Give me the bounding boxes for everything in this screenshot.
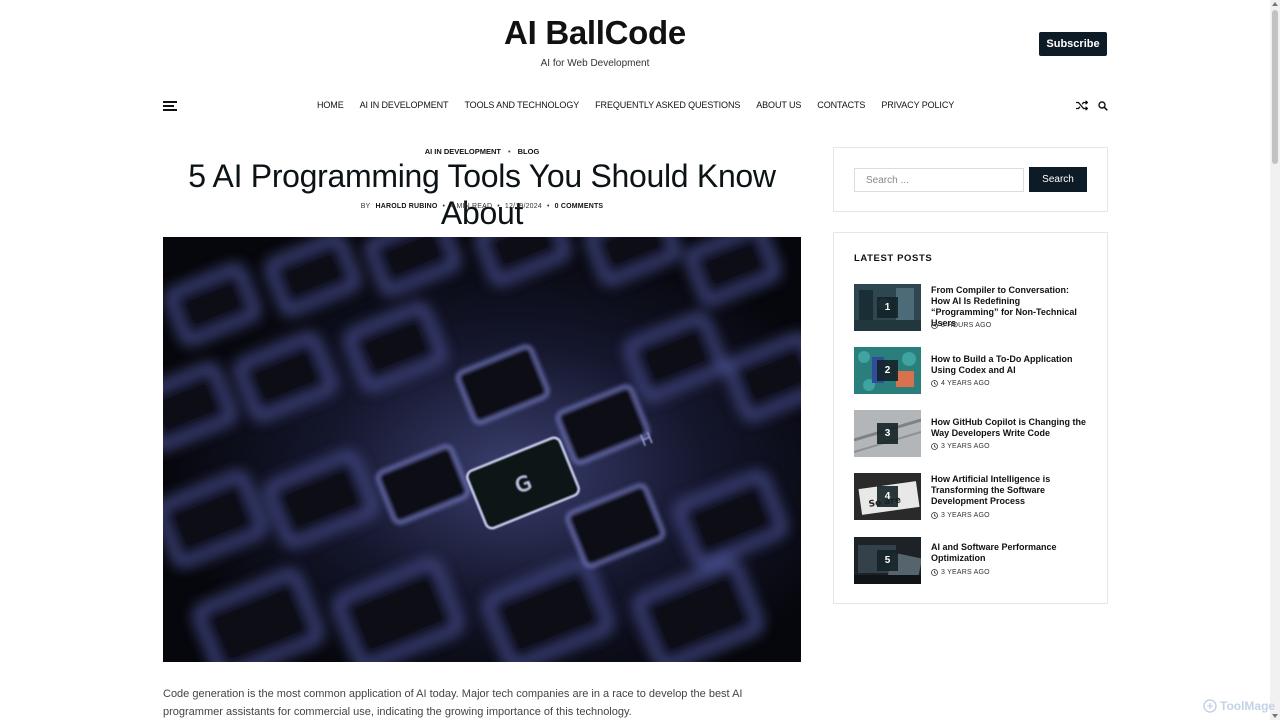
scrollbar-thumb[interactable]	[1272, 10, 1278, 164]
watermark: ToolMage	[1203, 699, 1275, 713]
clock-icon	[931, 380, 938, 387]
nav-about-us[interactable]: ABOUT US	[756, 100, 801, 110]
search-icon[interactable]	[1098, 100, 1108, 111]
separator-dot: •	[507, 147, 511, 156]
post-rank-badge: 3	[877, 423, 898, 444]
clock-icon	[931, 322, 938, 329]
menu-icon[interactable]	[163, 101, 177, 111]
post-categories: AI IN DEVELOPMENT • BLOG	[163, 147, 801, 156]
post-thumbnail[interactable]: So are 4	[854, 473, 921, 520]
latest-post-title[interactable]: How Artificial Intelligence is Transform…	[931, 474, 1089, 507]
scroll-down-arrow-icon[interactable]	[1272, 714, 1278, 718]
shuffle-icon[interactable]	[1076, 100, 1088, 111]
read-time: 4 MIN READ	[450, 203, 493, 210]
meta-by: BY	[360, 203, 371, 210]
post-thumbnail[interactable]: 1	[854, 284, 921, 331]
author-link[interactable]: HAROLD RUBINO	[375, 203, 437, 210]
nav-tools-and-technology[interactable]: TOOLS AND TECHNOLOGY	[464, 100, 579, 110]
nav-contacts[interactable]: CONTACTS	[817, 100, 865, 110]
post-rank-badge: 4	[877, 486, 898, 507]
post-meta: BY HAROLD RUBINO • 4 MIN READ • 12/19/20…	[163, 203, 801, 210]
post-date: 12/19/2024	[504, 203, 542, 210]
category-link[interactable]: BLOG	[518, 147, 540, 156]
search-input[interactable]: Search ...	[854, 168, 1024, 192]
nav-ai-in-development[interactable]: AI IN DEVELOPMENT	[360, 100, 449, 110]
post-thumbnail[interactable]: 3	[854, 410, 921, 457]
latest-post-title[interactable]: AI and Software Performance Optimization	[931, 542, 1089, 564]
sidebar-search-widget: Search ... Search	[833, 147, 1108, 212]
post-excerpt: Code generation is the most common appli…	[163, 688, 743, 718]
latest-post-time: 4 YEARS AGO	[931, 380, 990, 387]
latest-posts-heading: LATEST POSTS	[854, 253, 933, 264]
separator-dot: •	[497, 203, 500, 210]
site-tagline: AI for Web Development	[540, 58, 650, 69]
nav-privacy-policy[interactable]: PRIVACY POLICY	[881, 100, 954, 110]
clock-icon	[931, 512, 938, 519]
separator-dot: •	[442, 203, 446, 210]
nav-icons	[1076, 100, 1108, 111]
nav-faq[interactable]: FREQUENTLY ASKED QUESTIONS	[595, 100, 740, 110]
site-title[interactable]: AI BallCode	[0, 14, 1190, 52]
watermark-logo-icon	[1203, 699, 1217, 713]
latest-post-title[interactable]: How GitHub Copilot is Changing the Way D…	[931, 417, 1089, 439]
latest-post-time: 3 YEARS AGO	[931, 512, 990, 519]
clock-icon	[931, 443, 938, 450]
featured-image: G H	[163, 237, 801, 662]
nav-home[interactable]: HOME	[317, 100, 344, 110]
page-scrollbar[interactable]	[1270, 0, 1280, 720]
latest-post-time: 8 HOURS AGO	[931, 322, 991, 329]
main-nav: HOME AI IN DEVELOPMENT TOOLS AND TECHNOL…	[317, 100, 954, 110]
post-rank-badge: 1	[877, 297, 898, 318]
latest-post-time: 3 YEARS AGO	[931, 569, 990, 576]
latest-post-title[interactable]: How to Build a To-Do Application Using C…	[931, 354, 1089, 376]
post-thumbnail[interactable]: 5	[854, 537, 921, 584]
latest-posts-widget: LATEST POSTS 1 From Compiler to Conversa…	[833, 232, 1108, 604]
post-thumbnail[interactable]: 2	[854, 347, 921, 394]
subscribe-button[interactable]: Subscribe	[1039, 32, 1107, 56]
comments-link[interactable]: 0 COMMENTS	[555, 203, 604, 210]
clock-icon	[931, 569, 938, 576]
watermark-text: ToolMage	[1220, 699, 1276, 713]
post-title: 5 AI Programming Tools You Should Know A…	[188, 158, 776, 231]
search-button[interactable]: Search	[1029, 167, 1087, 192]
scroll-up-arrow-icon[interactable]	[1272, 2, 1278, 6]
latest-post-time: 3 YEARS AGO	[931, 443, 990, 450]
post-rank-badge: 5	[877, 550, 898, 571]
category-link[interactable]: AI IN DEVELOPMENT	[425, 147, 501, 156]
separator-dot: •	[546, 203, 550, 210]
post-rank-badge: 2	[877, 360, 898, 381]
